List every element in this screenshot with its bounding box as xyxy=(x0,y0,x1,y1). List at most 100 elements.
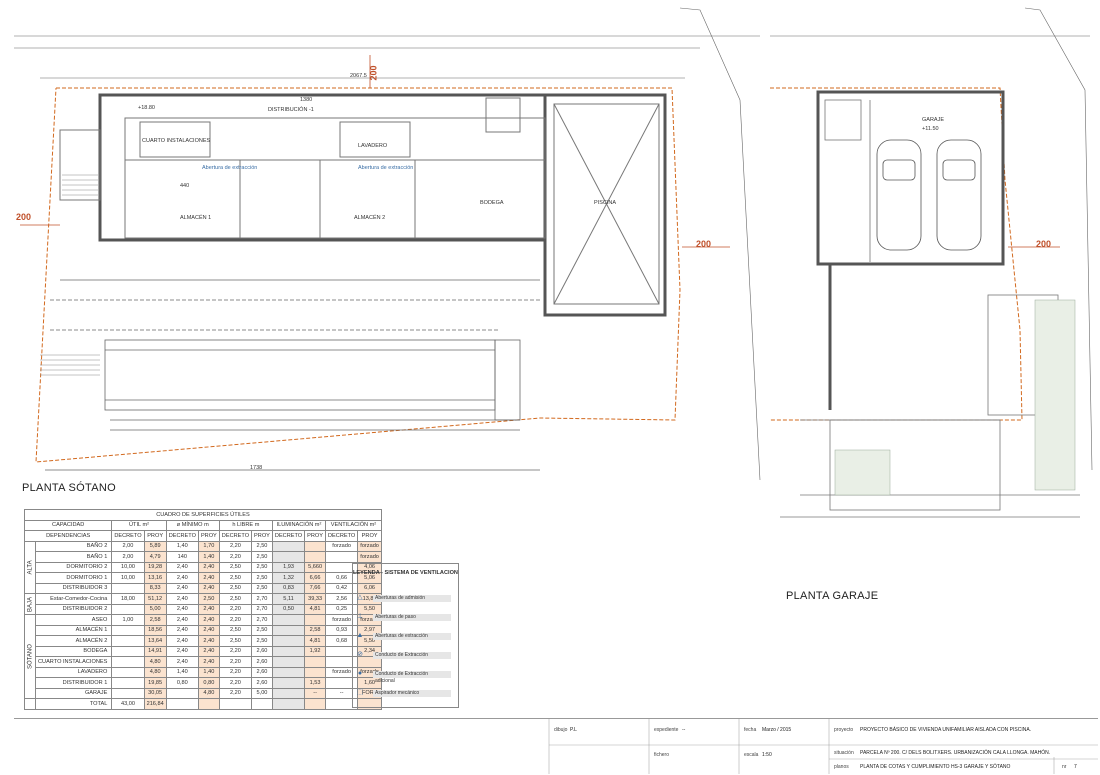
table-cell: 0,80 xyxy=(197,677,220,689)
cell-dependencia: ASEO xyxy=(34,614,113,626)
table-cell: 2,40 xyxy=(165,603,199,615)
table-row: DISTRIBUIDOR 1 19,85 0,80 0,80 2,20 2,60 1,53 1… xyxy=(25,677,382,689)
table-cell: 2,50 xyxy=(251,540,273,552)
table-subheader: DECRETO xyxy=(165,530,199,542)
table-cell: 5,660 xyxy=(304,561,327,573)
fecha-label: fecha xyxy=(744,727,757,733)
table-cell: 1,00 xyxy=(111,614,145,626)
table-cell xyxy=(304,614,327,626)
room-garaje: GARAJE xyxy=(922,117,945,123)
dim-total-width: 2067.5 xyxy=(350,73,367,79)
table-cell: 2,40 xyxy=(197,572,220,584)
table-cell: 0,50 xyxy=(271,603,306,615)
table-cell xyxy=(325,551,359,563)
table-cell: 2,20 xyxy=(218,666,253,678)
table-cell: 2,50 xyxy=(251,624,273,636)
table-row: DORMITORIO 1 10,00 13,16 2,40 2,40 2,50 2,50 1,… xyxy=(25,572,382,584)
cell-dependencia: LAVADERO xyxy=(34,666,113,678)
ventilation-legend: LEYENDA - SISTEMA DE VENTILACION △ Abertu… xyxy=(352,563,459,708)
table-cell: 2,40 xyxy=(165,635,199,647)
table-cell: 5,00 xyxy=(143,603,167,615)
table-cell xyxy=(111,635,145,647)
table-cell: 2,60 xyxy=(251,656,273,668)
table-cell: 2,50 xyxy=(218,635,253,647)
table-cell: 2,50 xyxy=(251,551,273,563)
table-cell: 2,50 xyxy=(251,635,273,647)
table-cell: 2,70 xyxy=(251,614,273,626)
proyecto-value: PROYECTO BÁSICO DE VIVIENDA UNIFAMILIAR … xyxy=(860,727,1032,733)
table-cell: 2,40 xyxy=(165,614,199,626)
table-cell xyxy=(111,582,145,594)
cell-dependencia: ALMACÉN 1 xyxy=(34,624,113,636)
table-cell: 4,80 xyxy=(143,656,167,668)
legend-item-label: Aberturas de paso xyxy=(373,614,451,621)
table-cell: 2,20 xyxy=(218,540,253,552)
dim-200-top: 200 xyxy=(368,65,379,81)
table-cell: 4,79 xyxy=(143,551,167,563)
table-cell: 2,50 xyxy=(197,593,220,605)
table-cell: 18,56 xyxy=(143,624,167,636)
table-subheader: PROY xyxy=(197,530,220,542)
table-cell: 2,20 xyxy=(218,656,253,668)
table-cell xyxy=(271,551,306,563)
table-row: CUARTO INSTALACIONES 4,80 2,40 2,40 2,20 2,60 xyxy=(25,656,382,668)
table-row: BAÑO 1 2,00 4,79 140 1,40 2,20 2,50 forzado xyxy=(25,551,382,563)
dim-440: 440 xyxy=(180,183,190,189)
table-cell xyxy=(271,666,306,678)
table-cell: 2,40 xyxy=(197,582,220,594)
table-cell: 2,20 xyxy=(218,551,253,563)
filled-dot-icon: ● xyxy=(357,670,363,677)
table-cell: 4,80 xyxy=(197,687,220,699)
table-cell: 2,50 xyxy=(218,593,253,605)
table-cell xyxy=(271,698,306,710)
table-cell: 39,33 xyxy=(304,593,327,605)
table-cell: 2,50 xyxy=(218,561,253,573)
table-cell xyxy=(165,698,199,710)
table-subheader-row: DEPENDENCIAS DECRETO PROY DECRETO PROY DECRET… xyxy=(23,530,382,542)
cell-dependencia: BODEGA xyxy=(34,645,113,657)
escala-value: 1:50 xyxy=(762,752,772,758)
table-cell: 2,60 xyxy=(251,677,273,689)
table-cell: 2,20 xyxy=(218,677,253,689)
cell-dependencia: CUARTO INSTALACIONES xyxy=(34,656,113,668)
table-cell xyxy=(111,624,145,636)
cell-dependencia: DISTRIBUIDOR 1 xyxy=(34,677,113,689)
table-cell: 19,85 xyxy=(143,677,167,689)
table-cell: 14,91 xyxy=(143,645,167,657)
table-row: ALMACÉN 2 13,64 2,40 2,40 2,50 2,50 4,81 0,68 5,… xyxy=(25,635,382,647)
table-row: SÓTANO ASEO 1,00 2,58 2,40 2,40 2,20 2,70 forzad… xyxy=(24,614,382,699)
planos-value: PLANTA DE COTAS Y CUMPLIMIENTO HS-3 GARA… xyxy=(860,764,1011,770)
cell-dependencia: ALMACÉN 2 xyxy=(34,635,113,647)
table-cell xyxy=(111,603,145,615)
legend-item-label: Aberturas de extracción xyxy=(373,633,451,640)
table-cell: 8,33 xyxy=(143,582,167,594)
expediente-value: -- xyxy=(682,727,686,733)
table-cell: 2,00 xyxy=(111,540,145,552)
table-subheader: DECRETO xyxy=(271,530,306,542)
group-label-baja: BAJA xyxy=(24,593,36,615)
circle-slash-icon: ⊘ xyxy=(357,651,363,658)
table-cell: 1,93 xyxy=(271,561,306,573)
expediente-label: expediente xyxy=(654,727,679,733)
table-cell: 10,00 xyxy=(111,561,145,573)
table-cell xyxy=(271,540,306,552)
dim-1380: 1380 xyxy=(300,97,313,103)
table-cell: 1,32 xyxy=(271,572,306,584)
table-cell: 2,40 xyxy=(197,603,220,615)
table-cell: 1,40 xyxy=(197,666,220,678)
room-distribucion: DISTRIBUCIÓN -1 xyxy=(268,107,314,113)
abertura-label-1: Abertura de extracción xyxy=(202,165,258,171)
table-cell: 10,00 xyxy=(111,572,145,584)
table-cell: 13,64 xyxy=(143,635,167,647)
table-row: LAVADERO 4,80 1,40 1,40 2,20 2,60 forzado forza… xyxy=(25,666,382,678)
group-label-alta: ALTA xyxy=(24,541,36,594)
fecha-value: Marzo / 2015 xyxy=(762,727,792,733)
dim-bottom-width: 1738 xyxy=(250,465,263,471)
table-cell: 2,40 xyxy=(197,614,220,626)
table-cell: 6,66 xyxy=(304,572,327,584)
cell-dependencia: TOTAL xyxy=(34,698,113,710)
table-cell xyxy=(304,540,327,552)
table-cell xyxy=(197,698,220,710)
legend-title: LEYENDA - SISTEMA DE VENTILACION xyxy=(353,570,458,576)
dibujo-value: P.L xyxy=(570,727,577,733)
